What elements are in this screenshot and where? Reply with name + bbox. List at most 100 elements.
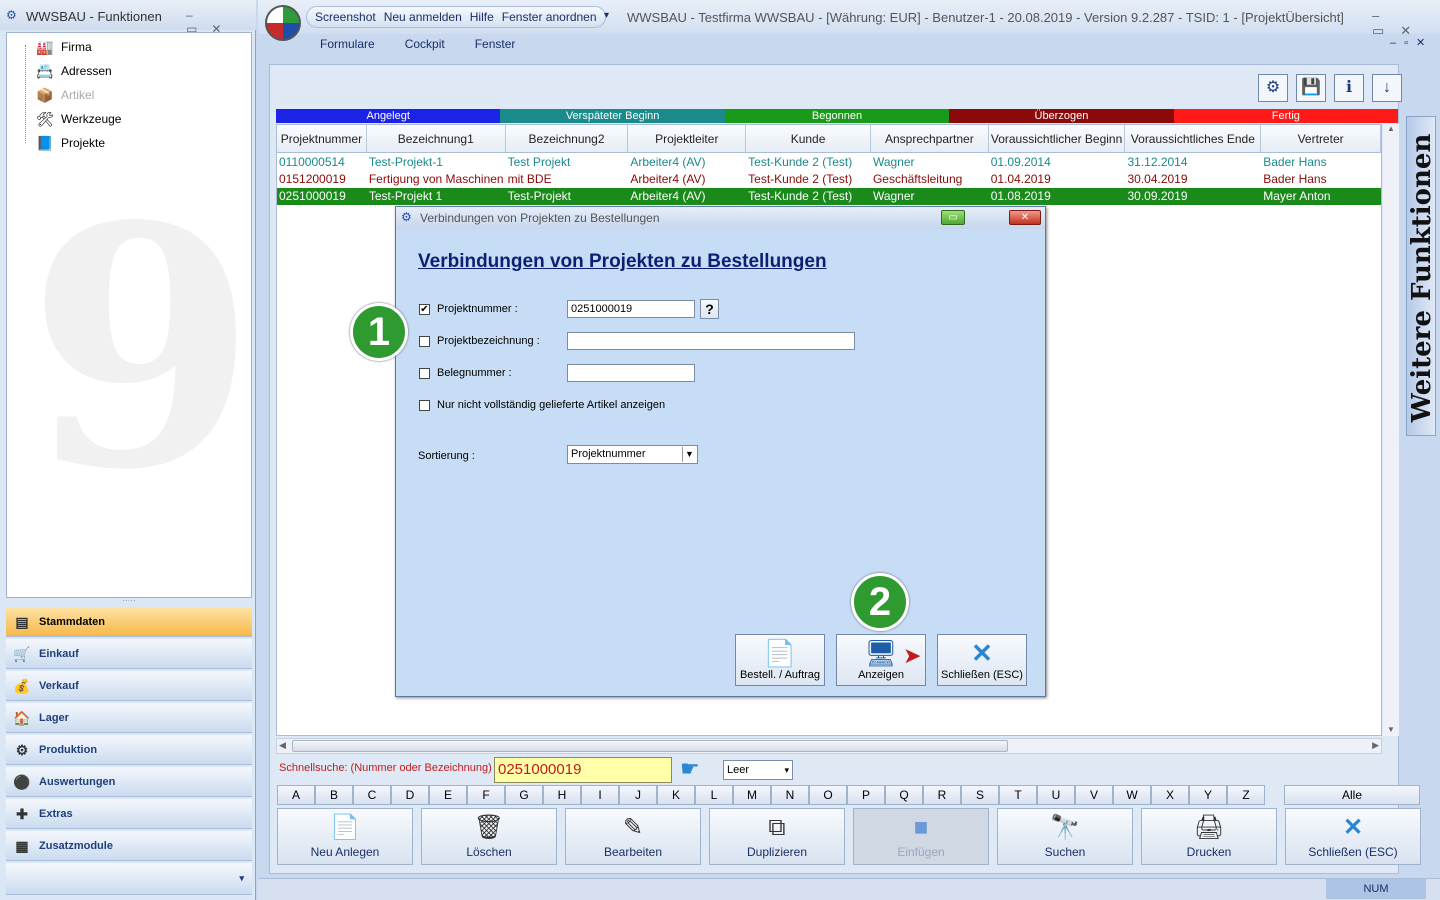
document-info-icon[interactable]: ℹ (1334, 74, 1364, 102)
letter-o-button[interactable]: O (809, 785, 847, 805)
letter-e-button[interactable]: E (429, 785, 467, 805)
column-header[interactable]: Projektleiter (628, 125, 747, 152)
letter-m-button[interactable]: M (733, 785, 771, 805)
letter-z-button[interactable]: Z (1227, 785, 1265, 805)
tree-item-firma[interactable]: 🏭 Firma (35, 37, 91, 57)
nur-nicht-geliefert-checkbox[interactable] (419, 400, 430, 411)
scroll-down-icon[interactable]: ▼ (1383, 725, 1399, 734)
letter-w-button[interactable]: W (1113, 785, 1151, 805)
nav-einkauf[interactable]: 🛒 Einkauf (6, 639, 252, 669)
table-row[interactable]: 0110000514 Test-Projekt-1 Test Projekt Arbe… (277, 154, 1381, 171)
letter-t-button[interactable]: T (999, 785, 1037, 805)
tree-item-adressen[interactable]: 📇 Adressen (35, 61, 111, 81)
sortierung-select[interactable]: Projektnummer ▼ (567, 445, 698, 464)
nav-overflow-chevron[interactable]: ▾ (6, 863, 252, 895)
tree-item-werkzeuge[interactable]: 🛠 Werkzeuge (35, 109, 121, 129)
letter-c-button[interactable]: C (353, 785, 391, 805)
main-window-controls[interactable]: –▭✕ (1372, 8, 1440, 39)
letter-x-button[interactable]: X (1151, 785, 1189, 805)
column-header[interactable]: Ansprechpartner (871, 125, 989, 152)
column-header[interactable]: Kunde (746, 125, 871, 152)
letter-b-button[interactable]: B (315, 785, 353, 805)
projektbezeichnung-checkbox[interactable] (419, 336, 430, 347)
quick-menu-neu-anmelden[interactable]: Neu anmelden (384, 10, 462, 24)
chevron-down-icon[interactable]: ▾ (784, 761, 789, 779)
bearbeiten-button[interactable]: ✎ Bearbeiten (565, 808, 701, 865)
scroll-up-icon[interactable]: ▲ (1383, 124, 1399, 133)
quick-menu-fenster-anordnen[interactable]: Fenster anordnen (502, 10, 597, 24)
filter-select[interactable]: Leer ▾ (723, 760, 793, 780)
sort-icon[interactable]: ↓ (1372, 74, 1402, 102)
column-header[interactable]: Voraussichtlicher Beginn (989, 125, 1126, 152)
nav-extras[interactable]: ✚ Extras (6, 799, 252, 829)
dialog-schliessen-button[interactable]: ✕ Schließen (ESC) (937, 634, 1027, 686)
columns-settings-icon[interactable]: ⚙ (1258, 74, 1288, 102)
nav-produktion[interactable]: ⚙ Produktion (6, 735, 252, 765)
letter-f-button[interactable]: F (467, 785, 505, 805)
table-row[interactable]: 0251000019 Test-Projekt 1 Test-Projekt Arbe… (277, 188, 1381, 205)
letter-l-button[interactable]: L (695, 785, 733, 805)
letter-d-button[interactable]: D (391, 785, 429, 805)
letter-n-button[interactable]: N (771, 785, 809, 805)
dialog-maximize-button[interactable]: ▭ (941, 210, 965, 225)
schnellsuche-input[interactable]: 0251000019 (494, 757, 672, 783)
app-logo[interactable] (265, 5, 301, 41)
quick-access-dropdown-icon[interactable]: ▾ (604, 10, 609, 21)
nav-lager[interactable]: 🏠 Lager (6, 703, 252, 733)
letter-h-button[interactable]: H (543, 785, 581, 805)
bestell-auftrag-button[interactable]: 📄 Bestell. / Auftrag (735, 634, 825, 686)
drucken-button[interactable]: 🖨 Drucken (1141, 808, 1277, 865)
belegnummer-input[interactable] (567, 364, 695, 382)
schließen-esc-button[interactable]: ✕ Schließen (ESC) (1285, 808, 1421, 865)
scroll-left-icon[interactable]: ◀ (279, 740, 286, 751)
projektnummer-input[interactable]: 0251000019 (567, 300, 695, 318)
chevron-down-icon[interactable]: ▼ (682, 447, 696, 462)
letter-a-button[interactable]: A (277, 785, 315, 805)
letter-r-button[interactable]: R (923, 785, 961, 805)
weitere-funktionen-tab[interactable]: Weitere Funktionen (1406, 116, 1437, 436)
tree-item-projekte[interactable]: 📘 Projekte (35, 133, 105, 153)
quick-menu-hilfe[interactable]: Hilfe (470, 10, 494, 24)
help-button[interactable]: ? (700, 299, 719, 319)
splitter-grip[interactable]: ····· (6, 597, 252, 606)
duplizieren-button[interactable]: ⧉ Duplizieren (709, 808, 845, 865)
pointing-hand-icon[interactable]: ☛ (680, 756, 700, 782)
letter-k-button[interactable]: K (657, 785, 695, 805)
letter-v-button[interactable]: V (1075, 785, 1113, 805)
suchen-button[interactable]: 🔭 Suchen (997, 808, 1133, 865)
mdi-controls[interactable]: –▫✕ (1390, 36, 1433, 49)
menu-cockpit[interactable]: Cockpit (405, 37, 445, 51)
projektnummer-checkbox[interactable]: ✔ (419, 304, 430, 315)
scroll-thumb[interactable] (292, 740, 1008, 752)
nav-verkauf[interactable]: 💰 Verkauf (6, 671, 252, 701)
grid-vertical-scrollbar[interactable]: ▲ ▼ (1383, 124, 1399, 736)
letter-s-button[interactable]: S (961, 785, 999, 805)
scroll-right-icon[interactable]: ▶ (1372, 740, 1379, 751)
letter-q-button[interactable]: Q (885, 785, 923, 805)
dialog-close-button[interactable]: ✕ (1009, 210, 1041, 225)
column-header[interactable]: Voraussichtliches Ende (1125, 125, 1262, 152)
nav-auswertungen[interactable]: ⚫ Auswertungen (6, 767, 252, 797)
quick-menu-screenshot[interactable]: Screenshot (315, 10, 376, 24)
tree-item-artikel[interactable]: 📦 Artikel (35, 85, 94, 105)
save-info-icon[interactable]: 💾 (1296, 74, 1326, 102)
column-header[interactable]: Bezeichnung2 (506, 125, 629, 152)
letter-u-button[interactable]: U (1037, 785, 1075, 805)
letter-p-button[interactable]: P (847, 785, 885, 805)
letter-y-button[interactable]: Y (1189, 785, 1227, 805)
menu-fenster[interactable]: Fenster (475, 37, 516, 51)
nav-zusatzmodule[interactable]: ▦ Zusatzmodule (6, 831, 252, 861)
menu-formulare[interactable]: Formulare (320, 37, 375, 51)
letter-i-button[interactable]: I (581, 785, 619, 805)
letter-j-button[interactable]: J (619, 785, 657, 805)
letter-alle-button[interactable]: Alle (1284, 785, 1420, 805)
neu-anlegen-button[interactable]: 📄 Neu Anlegen (277, 808, 413, 865)
nav-stammdaten[interactable]: ▤ Stammdaten (6, 607, 252, 637)
column-header[interactable]: Vertreter (1261, 125, 1381, 152)
projektbezeichnung-input[interactable] (567, 332, 855, 350)
table-row[interactable]: 0151200019 Fertigung von Maschinen mit BDE… (277, 171, 1381, 188)
löschen-button[interactable]: 🗑 Löschen (421, 808, 557, 865)
belegnummer-checkbox[interactable] (419, 368, 430, 379)
column-header[interactable]: Bezeichnung1 (367, 125, 506, 152)
letter-g-button[interactable]: G (505, 785, 543, 805)
